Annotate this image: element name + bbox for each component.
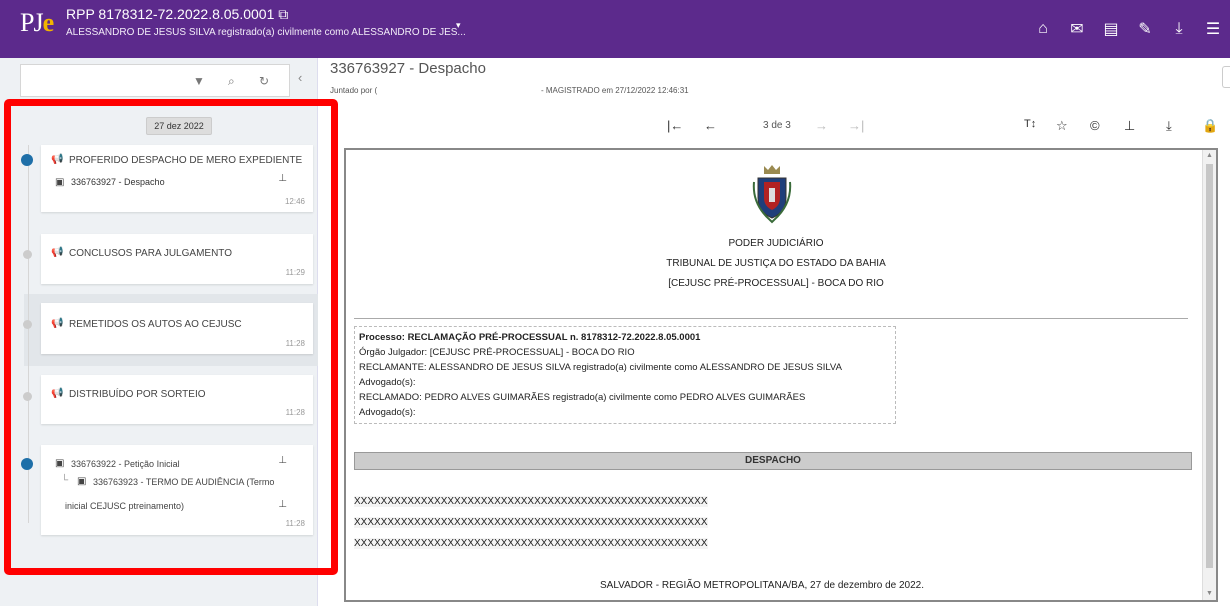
download-icon[interactable]: ⤓ — [1162, 20, 1196, 38]
processo-line: Processo: RECLAMAÇÃO PRÉ-PROCESSUAL n. 8… — [359, 332, 701, 343]
juntado-por: Juntado por ( — [330, 86, 378, 95]
document-toolbar: |← ← 3 de 3 → →| T↕ ☆ © ⊥ ⤓ 🔒 — [330, 112, 1230, 142]
body-text-line: XXXXXXXXXXXXXXXXXXXXXXXXXXXXXXXXXXXXXXXX… — [354, 538, 708, 549]
copy-icon[interactable]: ⧉ — [278, 6, 288, 22]
search-icon[interactable]: ⌕ — [228, 74, 235, 89]
collapse-sidebar-icon[interactable]: ‹ — [298, 70, 302, 85]
mail-icon[interactable]: ✉ — [1060, 19, 1094, 39]
header-line-2: TRIBUNAL DE JUSTIÇA DO ESTADO DA BAHIA — [666, 258, 886, 269]
page-indicator: 3 de 3 — [763, 120, 791, 131]
process-subtitle: ALESSANDRO DE JESUS SILVA registrado(a) … — [66, 27, 466, 38]
text-size-icon[interactable]: T↕ — [1024, 118, 1036, 130]
filter-bar[interactable]: ▼ ⌕ ↻ — [20, 64, 290, 97]
document-scrollbar[interactable]: ▲ ▼ — [1202, 150, 1216, 600]
edit-icon[interactable]: ✎ — [1128, 19, 1162, 39]
pin-icon[interactable]: ⊥ — [1124, 118, 1135, 134]
document-title: 336763927 - Despacho — [330, 60, 486, 77]
pje-logo[interactable]: PJe — [20, 8, 55, 38]
menu-icon[interactable]: ☰ — [1196, 19, 1230, 39]
header-line-3: [CEJUSC PRÉ-PROCESSUAL] - BOCA DO RIO — [668, 278, 884, 289]
filter-icon[interactable]: ▼ — [193, 74, 205, 88]
next-page-icon[interactable]: → — [815, 118, 828, 133]
highlight-frame — [4, 99, 338, 575]
reclamante-line: RECLAMANTE: ALESSANDRO DE JESUS SILVA re… — [359, 362, 842, 373]
reclamado-line: RECLAMADO: PEDRO ALVES GUIMARÃES registr… — [359, 392, 806, 403]
document-viewer[interactable]: PODER JUDICIÁRIO TRIBUNAL DE JUSTIÇA DO … — [344, 148, 1218, 602]
lock-icon[interactable]: 🔒 — [1202, 118, 1218, 134]
orgao-line: Órgão Julgador: [CEJUSC PRÉ-PROCESSUAL] … — [359, 347, 635, 358]
document-icon[interactable]: ▤ — [1094, 19, 1128, 39]
header-line-1: PODER JUDICIÁRIO — [728, 238, 824, 249]
prev-page-icon[interactable]: ← — [704, 118, 717, 133]
scroll-up-icon[interactable]: ▲ — [1206, 152, 1213, 159]
process-number: RPP 8178312-72.2022.8.05.0001 — [66, 6, 275, 22]
process-title: RPP 8178312-72.2022.8.05.0001 ⧉ — [66, 6, 288, 23]
top-bar: PJe RPP 8178312-72.2022.8.05.0001 ⧉ ALES… — [0, 0, 1230, 58]
home-icon[interactable]: ⌂ — [1026, 20, 1060, 38]
logo-p: PJ — [20, 8, 44, 37]
body-text-line: XXXXXXXXXXXXXXXXXXXXXXXXXXXXXXXXXXXXXXXX… — [354, 496, 708, 507]
scroll-down-icon[interactable]: ▼ — [1206, 590, 1213, 597]
advogado-line: Advogado(s): — [359, 407, 416, 418]
divider — [354, 318, 1188, 319]
last-page-icon[interactable]: →| — [848, 118, 864, 133]
star-icon[interactable]: ☆ — [1056, 118, 1068, 134]
scroll-thumb[interactable] — [1206, 164, 1213, 568]
first-page-icon[interactable]: |← — [667, 118, 683, 133]
document-header: 336763927 - Despacho — [330, 60, 486, 77]
download-icon[interactable]: ⤓ — [1166, 118, 1172, 134]
document-footer: SALVADOR - REGIÃO METROPOLITANA/BA, 27 d… — [600, 580, 925, 591]
top-actions: ⌂ ✉ ▤ ✎ ⤓ ☰ — [1026, 0, 1230, 58]
refresh-icon[interactable]: ↻ — [259, 74, 269, 88]
magistrado-info: - MAGISTRADO em 27/12/2022 12:46:31 — [541, 86, 689, 95]
despacho-heading: DESPACHO — [354, 452, 1192, 470]
coat-of-arms-icon — [752, 165, 792, 224]
side-panel-toggle[interactable] — [1222, 66, 1230, 88]
process-info-box: Processo: RECLAMAÇÃO PRÉ-PROCESSUAL n. 8… — [354, 326, 896, 424]
advogado-line: Advogado(s): — [359, 377, 416, 388]
chevron-down-icon[interactable]: ▾ — [456, 20, 461, 31]
copyright-icon[interactable]: © — [1090, 118, 1100, 133]
body-text-line: XXXXXXXXXXXXXXXXXXXXXXXXXXXXXXXXXXXXXXXX… — [354, 517, 708, 528]
logo-e: e — [42, 8, 55, 37]
